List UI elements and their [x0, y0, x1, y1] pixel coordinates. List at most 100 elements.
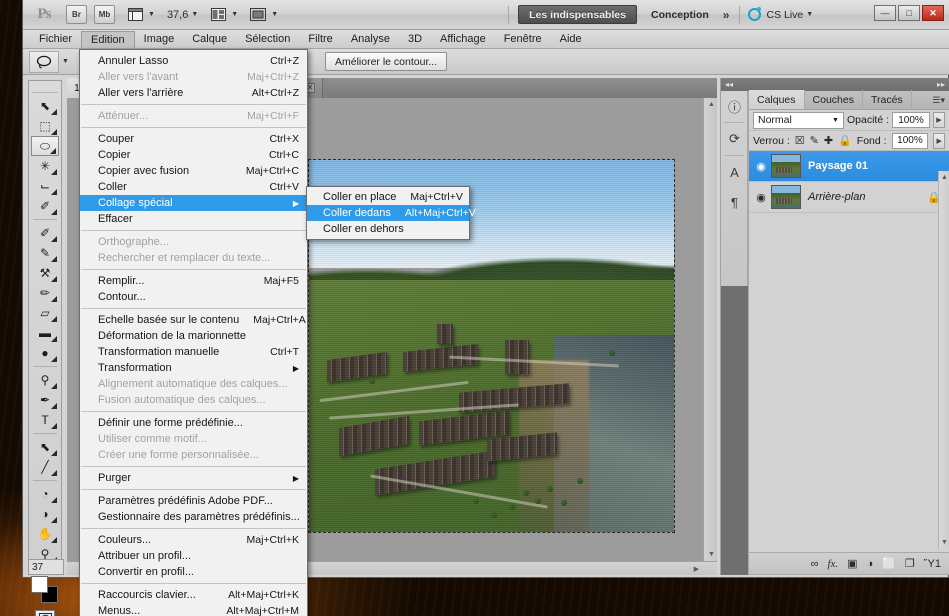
layer-visibility-eye-icon[interactable]: ◉	[753, 191, 769, 204]
menu-aide[interactable]: Aide	[551, 31, 591, 48]
pen-tool-icon[interactable]: ✒	[31, 390, 59, 410]
opacity-stepper[interactable]: ▶	[933, 112, 945, 128]
workspace-design-button[interactable]: Conception	[651, 9, 709, 21]
menu-item-transformation[interactable]: Transformation ▶	[80, 360, 307, 376]
menu-item-coller[interactable]: Coller Ctrl+V	[80, 179, 307, 195]
history-brush-tool-icon[interactable]: ✏	[31, 283, 59, 303]
lock-image-pixels-icon[interactable]: ✎	[810, 134, 819, 147]
layer-row[interactable]: ◉ Arrière-plan 🔒	[749, 182, 949, 213]
menu-item-d-formation-de-la-marionnette[interactable]: Déformation de la marionnette	[80, 328, 307, 344]
screen-mode-icon[interactable]	[248, 4, 268, 25]
menu-fen-tre[interactable]: Fenêtre	[495, 31, 551, 48]
paragraph-panel-icon[interactable]: ¶	[721, 187, 748, 217]
crop-tool-icon[interactable]: ⌙	[31, 176, 59, 196]
character-panel-icon[interactable]: A	[721, 157, 748, 187]
clone-stamp-tool-icon[interactable]: ⚒	[31, 263, 59, 283]
workspace-essentials-button[interactable]: Les indispensables	[518, 5, 638, 24]
delete-layer-icon[interactable]: Ὕ1	[924, 558, 941, 570]
menu-item-copier-avec-fusion[interactable]: Copier avec fusion Maj+Ctrl+C	[80, 163, 307, 179]
menu-item-purger[interactable]: Purger ▶	[80, 470, 307, 486]
workspace-more-icon[interactable]: »	[723, 8, 730, 22]
layers-vertical-scrollbar[interactable]: ▲ ▼	[938, 171, 949, 549]
submenu-item-coller-en-place[interactable]: Coller en place Maj+Ctrl+V	[307, 189, 469, 205]
active-tool-lasso-icon[interactable]	[29, 50, 59, 73]
arrange-documents-icon[interactable]	[208, 4, 228, 25]
blur-tool-icon[interactable]: ●	[31, 343, 59, 363]
scroll-right-icon[interactable]: ▶	[694, 565, 699, 573]
color-swatches[interactable]	[31, 576, 59, 604]
eraser-tool-icon[interactable]: ▱	[31, 303, 59, 323]
lasso-tool-icon[interactable]: ⬭	[31, 136, 59, 156]
menu-item-remplir[interactable]: Remplir... Maj+F5	[80, 273, 307, 289]
menu-analyse[interactable]: Analyse	[342, 31, 399, 48]
launch-mini-bridge-button[interactable]: Mb	[94, 5, 115, 24]
submenu-item-coller-en-dehors[interactable]: Coller en dehors	[307, 221, 469, 237]
menu-3d[interactable]: 3D	[399, 31, 431, 48]
scroll-down-icon[interactable]: ▼	[708, 551, 715, 558]
view-extras-icon[interactable]	[125, 4, 145, 25]
3d-rotate-tool-icon[interactable]: ◔	[31, 484, 59, 504]
new-group-icon[interactable]: ⬜	[882, 557, 896, 570]
fill-stepper[interactable]: ▶	[933, 132, 945, 149]
menu-item-copier[interactable]: Copier Ctrl+C	[80, 147, 307, 163]
zoom-chevron-down-icon[interactable]: ▼	[191, 11, 198, 18]
collage-special-submenu[interactable]: Coller en place Maj+Ctrl+V Coller dedans Al…	[306, 186, 476, 240]
menu-item-convertir-en-profil[interactable]: Convertir en profil...	[80, 564, 307, 580]
scroll-up-icon[interactable]: ▲	[708, 101, 715, 108]
add-layer-mask-icon[interactable]: ▣	[847, 557, 857, 570]
opacity-input[interactable]: 100%	[892, 112, 930, 128]
panel-tab-calques[interactable]: Calques	[749, 90, 805, 109]
panel-menu-icon[interactable]: ☰▾	[932, 95, 945, 106]
menu-calque[interactable]: Calque	[183, 31, 236, 48]
type-tool-icon[interactable]: T	[31, 410, 59, 430]
screen-mode-chevron-down-icon[interactable]: ▼	[271, 11, 278, 18]
maximize-button[interactable]: □	[898, 5, 920, 21]
layers-scroll-up-icon[interactable]: ▲	[941, 174, 948, 181]
dock-collapse-left-icon[interactable]: ◂◂	[725, 80, 733, 89]
menu-item-collage-sp-cial[interactable]: Collage spécial ▶	[80, 195, 307, 211]
menu-item-attribuer-un-profil[interactable]: Attribuer un profil...	[80, 548, 307, 564]
menu-fichier[interactable]: Fichier	[30, 31, 81, 48]
gradient-tool-icon[interactable]: ▬	[31, 323, 59, 343]
arrange-chevron-down-icon[interactable]: ▼	[231, 11, 238, 18]
menu-item-param-tres-pr-d-finis-adobe-pdf[interactable]: Paramètres prédéfinis Adobe PDF...	[80, 493, 307, 509]
view-extras-chevron-down-icon[interactable]: ▼	[148, 11, 155, 18]
blend-mode-select[interactable]: Normal ▼	[753, 111, 844, 129]
layer-visibility-eye-icon[interactable]: ◉	[753, 160, 769, 173]
foreground-color-swatch[interactable]	[31, 576, 48, 593]
path-selection-tool-icon[interactable]: ⬉	[31, 437, 59, 457]
layer-name[interactable]: Paysage 01	[808, 160, 945, 172]
menu-affichage[interactable]: Affichage	[431, 31, 495, 48]
quick-mask-icon[interactable]	[35, 610, 55, 616]
menu-item-transformation-manuelle[interactable]: Transformation manuelle Ctrl+T	[80, 344, 307, 360]
menu-item-contour[interactable]: Contour...	[80, 289, 307, 305]
panel-tab-couches[interactable]: Couches	[805, 90, 863, 109]
menu-item-effacer[interactable]: Effacer	[80, 211, 307, 227]
magic-wand-tool-icon[interactable]: ✳	[31, 156, 59, 176]
fill-input[interactable]: 100%	[891, 132, 929, 149]
layer-style-fx-icon[interactable]: fx.	[827, 558, 838, 570]
minimize-button[interactable]: —	[874, 5, 896, 21]
layer-name[interactable]: Arrière-plan	[808, 191, 927, 203]
document-vertical-scrollbar[interactable]: ▲ ▼	[703, 98, 717, 561]
3d-orbit-tool-icon[interactable]: ◑	[31, 504, 59, 524]
new-adjustment-layer-icon[interactable]: ◑	[867, 558, 874, 570]
spot-healing-brush-tool-icon[interactable]: ✐	[31, 223, 59, 243]
menu-item-gestionnaire-des-param-tres-pr-d-finis[interactable]: Gestionnaire des paramètres prédéfinis..…	[80, 509, 307, 525]
menu-item-aller-vers-l-arri-re[interactable]: Aller vers l'arrière Alt+Ctrl+Z	[80, 85, 307, 101]
status-zoom-field[interactable]: 37	[28, 559, 64, 575]
info-panel-icon[interactable]: ⓘ	[721, 91, 748, 121]
menu-item-annuler-lasso[interactable]: Annuler Lasso Ctrl+Z	[80, 53, 307, 69]
tool-preset-chevron-down-icon[interactable]: ▼	[62, 58, 69, 65]
panel-tab-trac-s[interactable]: Tracés	[863, 90, 912, 109]
launch-bridge-button[interactable]: Br	[66, 5, 87, 24]
menu-item-echelle-bas-e-sur-le-contenu[interactable]: Echelle basée sur le contenu Maj+Ctrl+A	[80, 312, 307, 328]
lock-all-icon[interactable]: 🔒	[838, 134, 852, 147]
close-button[interactable]: ✕	[922, 5, 944, 21]
toolbox-grip[interactable]	[32, 84, 58, 93]
dodge-tool-icon[interactable]: ⚲	[31, 370, 59, 390]
dock-collapse-right-icon[interactable]: ▸▸	[937, 80, 945, 89]
line-tool-icon[interactable]: ╱	[31, 457, 59, 477]
rectangular-marquee-tool-icon[interactable]: ⬚	[31, 116, 59, 136]
cs-live-button[interactable]: CS Live ▼	[748, 7, 813, 21]
